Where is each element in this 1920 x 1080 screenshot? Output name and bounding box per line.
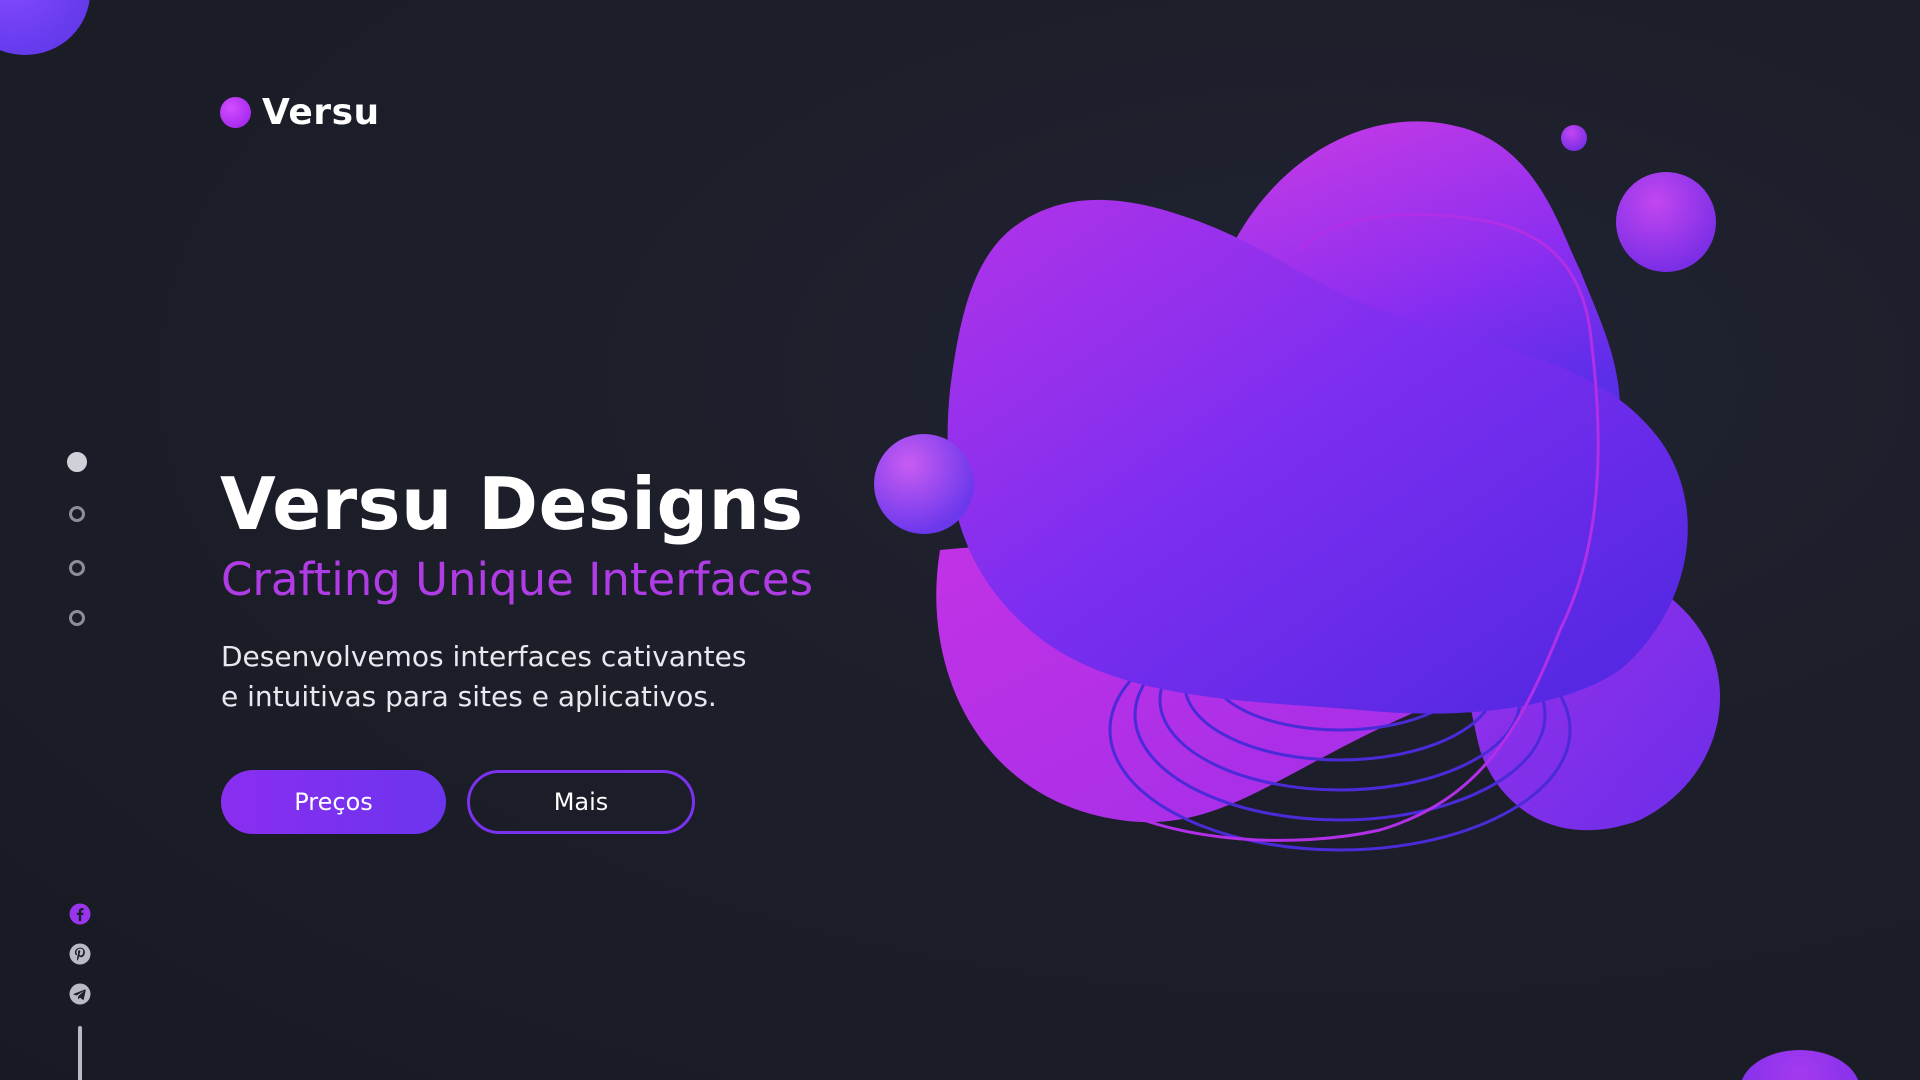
pricing-button[interactable]: Preços xyxy=(221,770,446,834)
hero-description-line-2: e intuitivas para sites e aplicativos. xyxy=(221,680,717,713)
social-divider-line xyxy=(78,1026,82,1080)
pinterest-icon[interactable] xyxy=(69,943,91,965)
hero-title: Versu Designs xyxy=(220,462,804,546)
hero-description: Desenvolvemos interfaces cativantes e in… xyxy=(221,637,781,717)
logo[interactable]: Versu xyxy=(220,92,380,133)
hero-description-line-1: Desenvolvemos interfaces cativantes xyxy=(221,640,747,673)
slide-dot-4[interactable] xyxy=(69,610,85,626)
sphere-right xyxy=(1616,172,1716,272)
telegram-icon[interactable] xyxy=(69,983,91,1005)
slide-dot-3[interactable] xyxy=(69,560,85,576)
slide-dot-1[interactable] xyxy=(67,452,87,472)
decorative-sphere-bottom-right xyxy=(1740,1050,1860,1080)
decorative-sphere-top-left xyxy=(0,0,90,55)
abstract-blob-illustration xyxy=(874,121,1720,852)
logo-text: Versu xyxy=(262,92,380,133)
slide-dot-2[interactable] xyxy=(69,506,85,522)
logo-dot-icon xyxy=(220,97,251,128)
landing-page: Versu Versu Designs Crafting Unique Inte… xyxy=(0,0,1920,1080)
hero-subtitle: Crafting Unique Interfaces xyxy=(221,553,814,606)
more-button[interactable]: Mais xyxy=(467,770,695,834)
sphere-small-top xyxy=(1561,125,1587,151)
facebook-icon[interactable] xyxy=(69,903,91,925)
sphere-left xyxy=(874,434,974,534)
